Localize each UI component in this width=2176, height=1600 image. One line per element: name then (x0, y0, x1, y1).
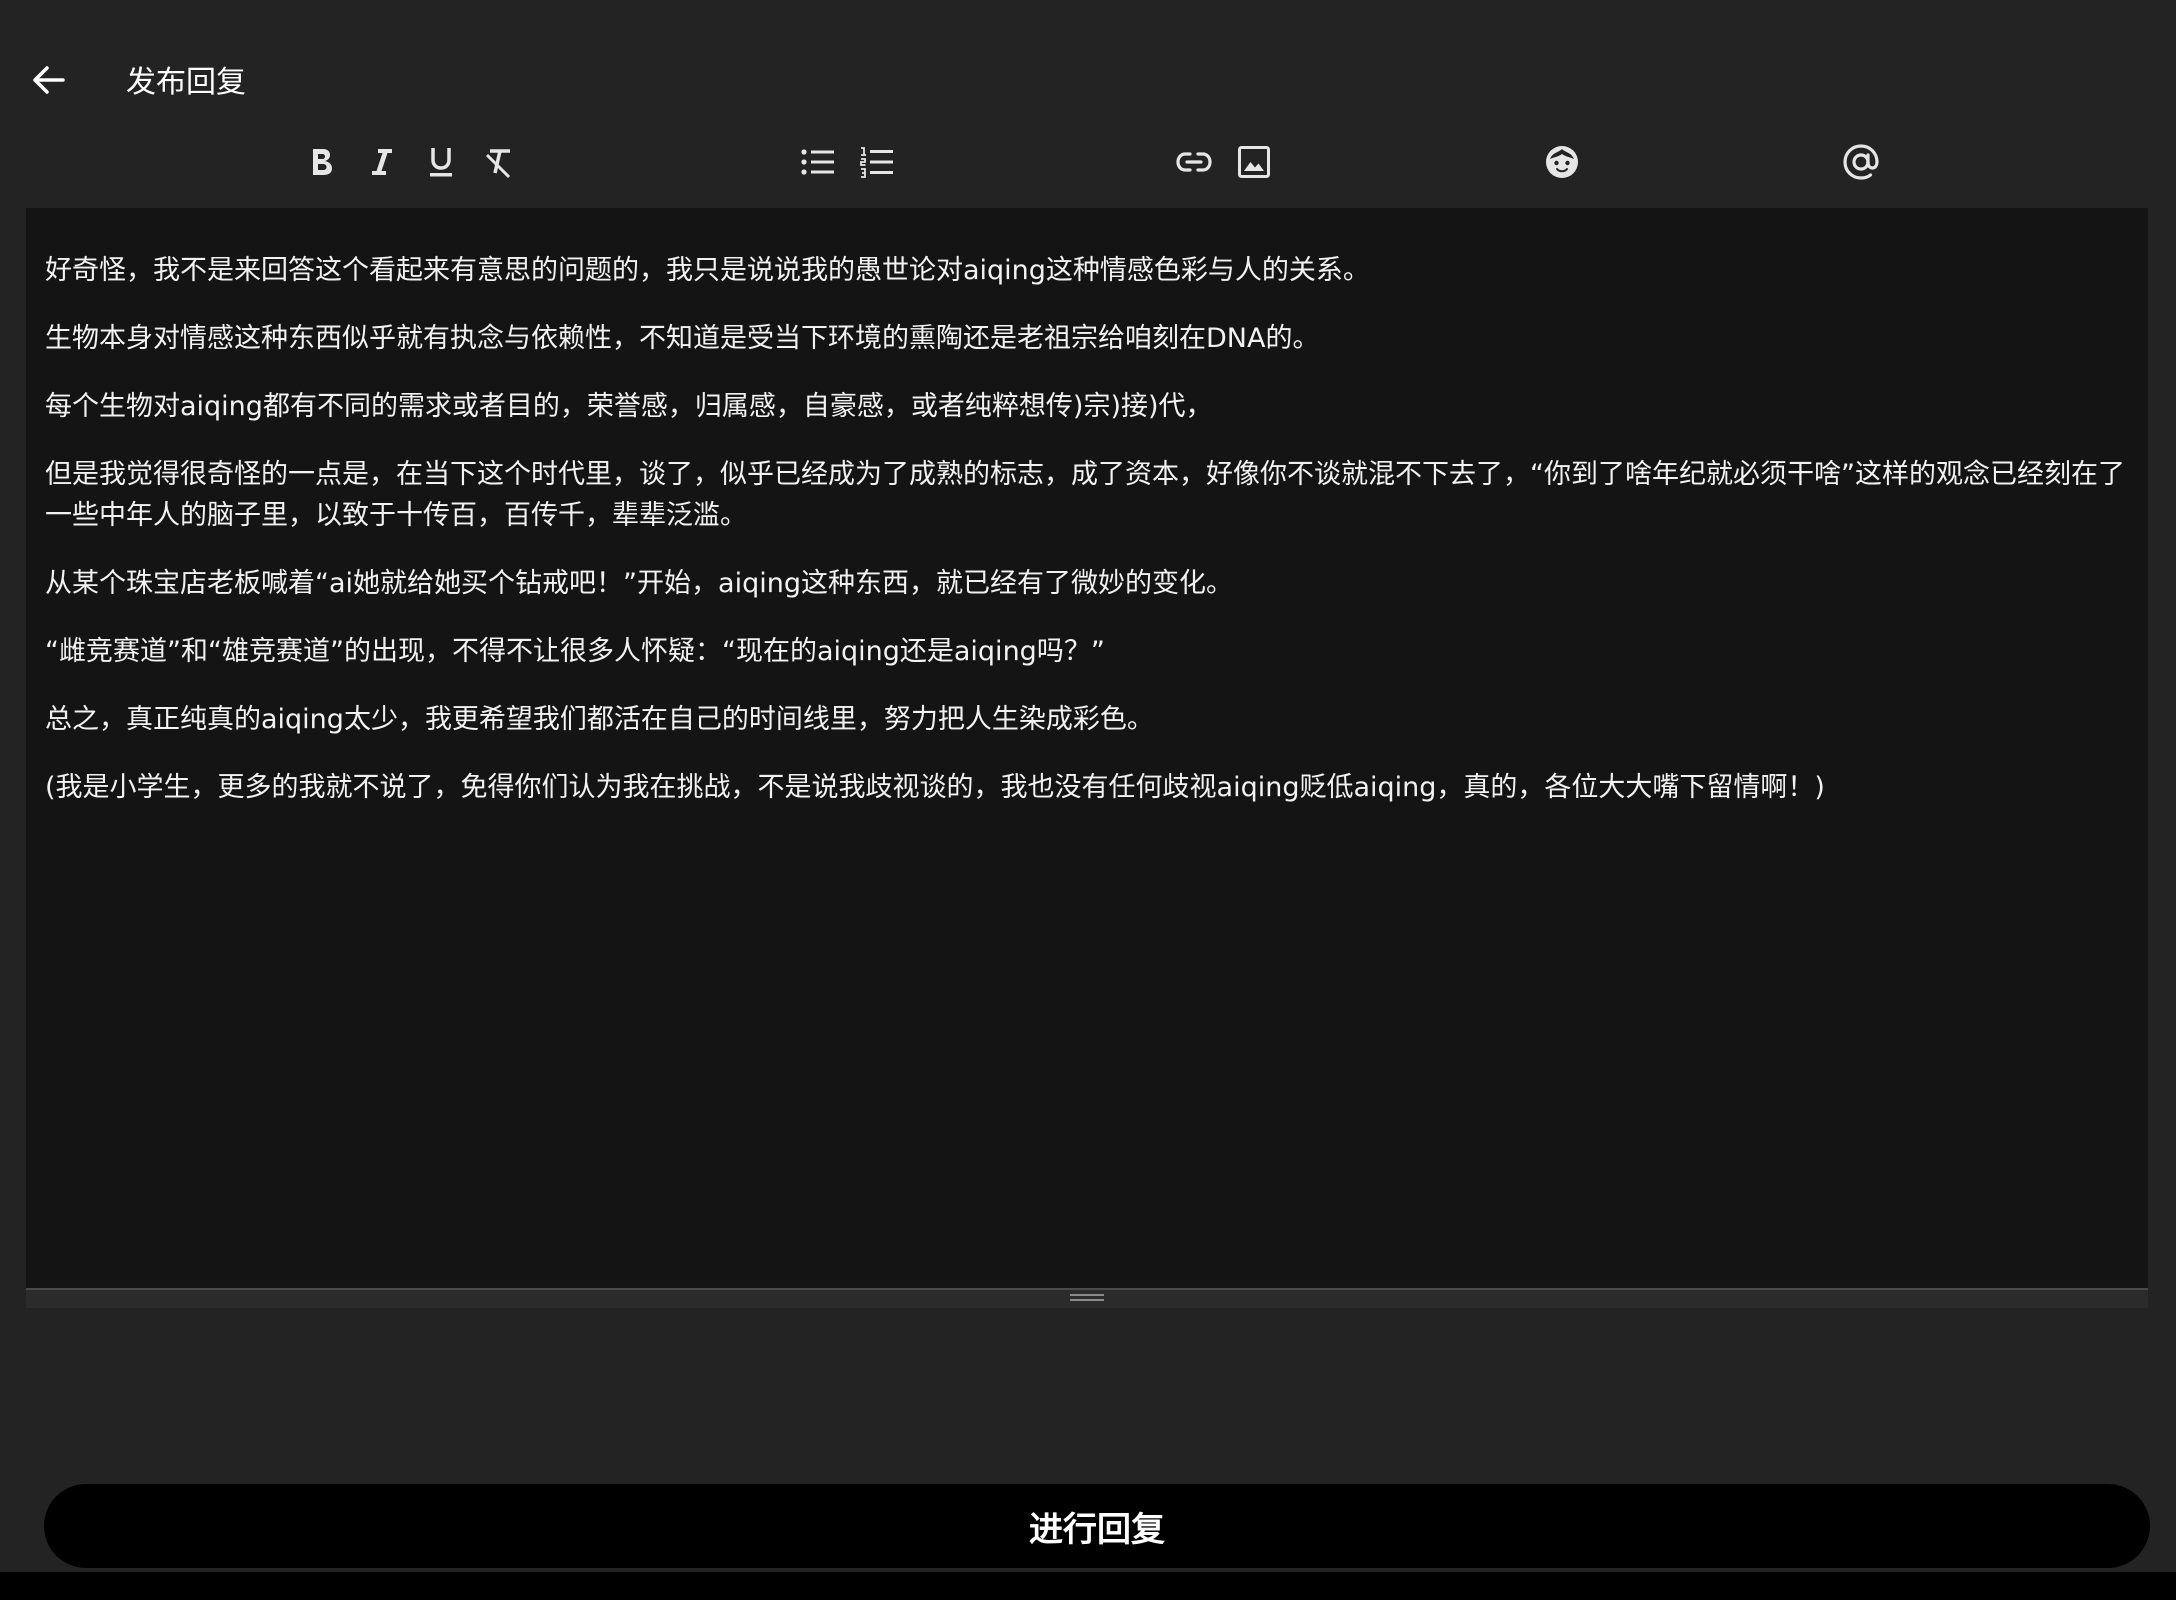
mention-icon (1843, 144, 1879, 180)
back-button[interactable] (24, 56, 72, 104)
clear-format-icon (485, 149, 511, 179)
arrow-left-icon (33, 66, 65, 94)
editor-paragraph: 但是我觉得很奇怪的一点是，在当下这个时代里，谈了，似乎已经成为了成熟的标志，成了… (45, 459, 2125, 531)
editor-paragraph: 好奇怪，我不是来回答这个看起来有意思的问题的，我只是说说我的愚世论对aiqing… (45, 255, 1370, 286)
italic-icon (372, 149, 392, 175)
editor-resize-bar (26, 1288, 2148, 1308)
reply-page: 发布回复 好奇怪，我不是来回答这个看起来有意思的问题的，我只是说说我的愚世论对a… (0, 0, 2176, 1600)
image-button[interactable] (1232, 140, 1276, 184)
clear-format-button[interactable] (478, 140, 522, 184)
resize-handle[interactable] (1070, 1294, 1104, 1302)
editor-paragraph: 总之，真正纯真的aiqing太少，我更希望我们都活在自己的时间线里，努力把人生染… (45, 704, 1154, 735)
bold-button[interactable] (300, 140, 344, 184)
header: 发布回复 (0, 0, 2176, 150)
bottom-strip (0, 1572, 2176, 1600)
editor-paragraph: 从某个珠宝店老板喊着“ai她就给她买个钻戒吧！”开始，aiqing这种东西，就已… (45, 568, 1233, 599)
submit-reply-button[interactable]: 进行回复 (44, 1484, 2150, 1568)
emoji-icon (1546, 146, 1578, 178)
underline-button[interactable] (419, 140, 463, 184)
editor-paragraph: 生物本身对情感这种东西似乎就有执念与依赖性，不知道是受当下环境的熏陶还是老祖宗给… (45, 323, 1320, 354)
link-button[interactable] (1172, 140, 1216, 184)
numbered-list-button[interactable] (855, 140, 899, 184)
bullet-list-icon (801, 149, 834, 175)
page-title: 发布回复 (126, 65, 246, 100)
reply-editor[interactable]: 好奇怪，我不是来回答这个看起来有意思的问题的，我只是说说我的愚世论对aiqing… (26, 208, 2148, 1288)
underline-icon (430, 148, 452, 177)
editor-paragraph: (我是小学生，更多的我就不说了，免得你们认为我在挑战，不是说我歧视谈的，我也没有… (45, 772, 1825, 803)
editor-paragraph: “雌竞赛道”和“雄竞赛道”的出现，不得不让很多人怀疑：“现在的aiqing还是a… (45, 636, 1105, 667)
bold-icon (313, 149, 332, 175)
numbered-list-icon (860, 147, 893, 178)
editor-paragraph: 每个生物对aiqing都有不同的需求或者目的，荣誉感，归属感，自豪感，或者纯粹想… (45, 391, 1213, 422)
image-icon (1238, 146, 1270, 178)
link-icon (1176, 152, 1212, 172)
bullet-list-button[interactable] (796, 140, 840, 184)
mention-button[interactable] (1839, 140, 1883, 184)
italic-button[interactable] (360, 140, 404, 184)
emoji-button[interactable] (1540, 140, 1584, 184)
